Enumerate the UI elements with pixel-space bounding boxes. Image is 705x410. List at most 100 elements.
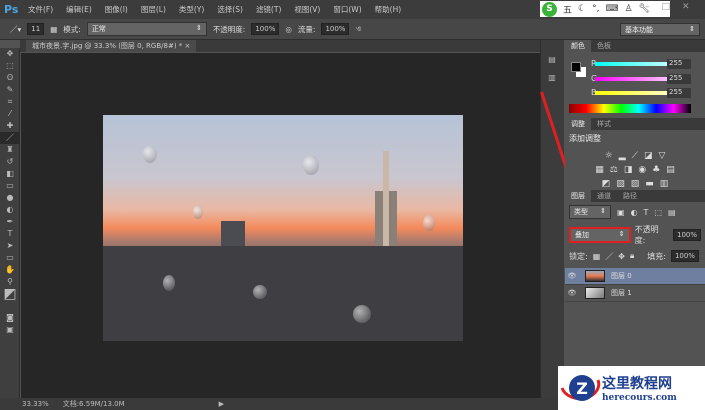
keyboard-icon[interactable]: ⌨ [605, 4, 618, 14]
fill-input[interactable]: 100% [670, 250, 699, 262]
properties-panel-icon[interactable]: ▥ [541, 72, 563, 84]
mode-select[interactable]: 正常 ⇕ [86, 22, 207, 36]
healing-tool-icon[interactable]: ✚ [0, 120, 20, 132]
pen-tool-icon[interactable]: ✒ [0, 216, 20, 228]
filter-type-icon[interactable]: T [644, 208, 649, 217]
document-image[interactable] [103, 115, 463, 341]
curves-icon[interactable]: ⟋ [632, 151, 638, 161]
r-value[interactable]: 255 [667, 59, 691, 69]
flow-input[interactable]: 100% [321, 23, 350, 35]
brush-tool-icon[interactable]: ／ [0, 132, 20, 144]
menu-help[interactable]: 帮助(H) [375, 4, 402, 15]
stamp-tool-icon[interactable]: ♜ [0, 144, 20, 156]
vibrance-icon[interactable]: ▽ [658, 151, 665, 161]
b-value[interactable]: 255 [667, 88, 691, 98]
menu-select[interactable]: 选择(S) [217, 4, 243, 15]
moon-icon[interactable]: ☾ [578, 4, 586, 14]
layer-name[interactable]: 图层 0 [611, 271, 632, 281]
tab-styles[interactable]: 样式 [591, 118, 617, 130]
close-icon[interactable]: ✕ [682, 2, 690, 12]
workspace-select[interactable]: 基本功能 ⇕ [620, 23, 700, 36]
brush-icon[interactable]: ／▾ [10, 24, 21, 35]
eraser-tool-icon[interactable]: ◧ [0, 168, 20, 180]
airbrush-icon[interactable]: ଏ [355, 24, 360, 34]
brush-size[interactable]: 11 [27, 23, 45, 35]
history-panel-icon[interactable]: ▤ [541, 54, 563, 66]
bw-icon[interactable]: ◨ [624, 165, 633, 175]
photo-filter-icon[interactable]: ◉ [638, 165, 646, 175]
hue-icon[interactable]: ▦ [595, 165, 604, 175]
ime-mode[interactable]: 五 [563, 3, 572, 16]
menu-filter[interactable]: 滤镜(T) [256, 4, 281, 15]
filter-adjust-icon[interactable]: ◐ [631, 208, 638, 217]
layer-row[interactable]: 👁︎ 图层 1 [565, 285, 705, 302]
gradient-tool-icon[interactable]: ▭ [0, 180, 20, 192]
minimize-icon[interactable]: – [645, 2, 650, 12]
filter-smart-icon[interactable]: ▤ [668, 208, 676, 217]
levels-icon[interactable]: ▂ [619, 151, 626, 161]
menu-view[interactable]: 视图(V) [294, 4, 320, 15]
move-tool-icon[interactable]: ✥ [0, 48, 20, 60]
menu-image[interactable]: 图像(I) [105, 4, 128, 15]
color-spectrum[interactable] [569, 104, 691, 113]
posterize-icon[interactable]: ▧ [616, 179, 625, 189]
threshold-icon[interactable]: ▨ [631, 179, 640, 189]
layer-opacity-input[interactable]: 100% [672, 229, 701, 241]
visibility-eye-icon[interactable]: 👁︎ [565, 289, 579, 297]
tab-paths[interactable]: 路径 [617, 190, 643, 202]
type-tool-icon[interactable]: T [0, 228, 20, 240]
lasso-tool-icon[interactable]: ʘ [0, 72, 20, 84]
zoom-level[interactable]: 33.33% [22, 400, 49, 408]
pressure-opacity-icon[interactable]: ◎ [285, 25, 292, 34]
punctuation-icon[interactable]: °, [592, 4, 599, 14]
blur-tool-icon[interactable]: ● [0, 192, 20, 204]
crop-tool-icon[interactable]: ⌗ [0, 96, 20, 108]
filter-shape-icon[interactable]: ⬚ [654, 208, 662, 217]
shape-tool-icon[interactable]: ▭ [0, 252, 20, 264]
channel-mixer-icon[interactable]: ♣ [652, 165, 660, 175]
tab-channels[interactable]: 通道 [591, 190, 617, 202]
layer-row[interactable]: 👁︎ 图层 0 [565, 268, 705, 285]
g-value[interactable]: 255 [667, 74, 691, 84]
tab-layers[interactable]: 图层 [565, 190, 591, 202]
sogou-icon[interactable]: S [542, 1, 557, 17]
path-select-tool-icon[interactable]: ➤ [0, 240, 20, 252]
blend-mode-select[interactable]: 叠加 ⇕ [569, 227, 631, 243]
user-icon[interactable]: ♙ [624, 4, 632, 14]
gradient-map-icon[interactable]: ▬ [645, 179, 654, 189]
screen-mode-icon[interactable]: ▣ [0, 324, 20, 336]
close-tab-icon[interactable]: × [185, 42, 191, 50]
menu-type[interactable]: 类型(Y) [179, 4, 204, 15]
lock-all-icon[interactable]: 🔒︎ [630, 251, 634, 261]
tab-adjustments[interactable]: 调整 [565, 118, 591, 130]
dodge-tool-icon[interactable]: ◐ [0, 204, 20, 216]
marquee-tool-icon[interactable]: ⬚ [0, 60, 20, 72]
filter-pixel-icon[interactable]: ▣ [617, 208, 625, 217]
brush-panel-icon[interactable]: ▦ [50, 25, 57, 34]
history-brush-icon[interactable]: ↺ [0, 156, 20, 168]
visibility-eye-icon[interactable]: 👁︎ [565, 272, 579, 280]
maximize-icon[interactable]: □ [662, 2, 671, 12]
color-lookup-icon[interactable]: ▤ [666, 165, 675, 175]
menu-edit[interactable]: 编辑(E) [66, 4, 92, 15]
invert-icon[interactable]: ◩ [602, 179, 611, 189]
layer-filter-select[interactable]: 类型 ⇕ [569, 205, 611, 219]
document-tab[interactable]: 城市夜景.字.jpg @ 33.3% (图层 0, RGB/8#) * × [26, 40, 197, 52]
tab-swatches[interactable]: 色板 [591, 40, 617, 52]
exposure-icon[interactable]: ◪ [644, 151, 653, 161]
tab-color[interactable]: 颜色 [565, 40, 591, 52]
brightness-icon[interactable]: ☼ [605, 151, 613, 161]
opacity-input[interactable]: 100% [251, 23, 280, 35]
selective-color-icon[interactable]: ▥ [660, 179, 669, 189]
menu-layer[interactable]: 图层(L) [141, 4, 166, 15]
hand-tool-icon[interactable]: ✋ [0, 264, 20, 276]
quick-select-tool-icon[interactable]: ✎ [0, 84, 20, 96]
layer-name[interactable]: 图层 1 [611, 288, 632, 298]
lock-pixels-icon[interactable]: ▦ [593, 252, 601, 261]
lock-position-icon[interactable]: ✥ [618, 252, 625, 261]
lock-paint-icon[interactable]: ／ [605, 251, 613, 262]
foreground-color[interactable] [571, 62, 581, 72]
status-menu-arrow-icon[interactable]: ▶ [219, 400, 224, 408]
menu-file[interactable]: 文件(F) [28, 4, 53, 15]
color-balance-icon[interactable]: ⚖ [610, 165, 618, 175]
